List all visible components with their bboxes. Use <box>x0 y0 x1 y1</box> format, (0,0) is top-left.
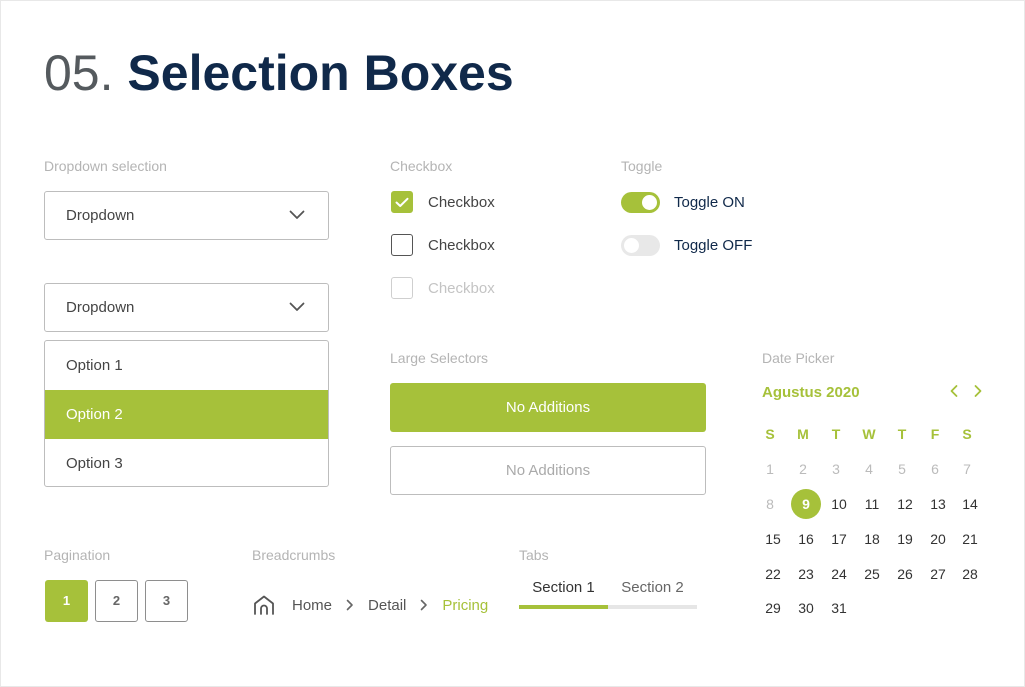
calendar-day[interactable]: 25 <box>857 559 887 589</box>
calendar-day-outside: 5 <box>898 461 906 477</box>
home-icon[interactable] <box>252 594 276 616</box>
checkbox-disabled: Checkbox <box>391 276 495 300</box>
calendar-day[interactable]: 29 <box>758 593 788 623</box>
breadcrumbs-section-label: Breadcrumbs <box>252 547 336 563</box>
calendar-day-outside: 8 <box>766 496 774 512</box>
weekday-label: M <box>797 426 809 442</box>
calendar-day[interactable]: 16 <box>791 524 821 554</box>
calendar-day-outside: 4 <box>865 461 873 477</box>
chevron-down-icon <box>289 302 305 311</box>
breadcrumb: Home Detail Pricing <box>252 593 488 617</box>
calendar-day[interactable]: 13 <box>923 489 953 519</box>
dropdown-value: Dropdown <box>66 299 135 316</box>
checkbox-box <box>391 277 413 299</box>
weekday-label: W <box>862 426 876 442</box>
page-button-3[interactable]: 3 <box>145 580 188 622</box>
calendar-day[interactable]: 22 <box>758 559 788 589</box>
section-title: Selection Boxes <box>127 45 514 101</box>
weekday-label: S <box>962 426 972 442</box>
tab-active-indicator <box>519 605 608 609</box>
chevron-down-icon <box>289 210 305 219</box>
toggle-on[interactable]: Toggle ON <box>621 191 745 213</box>
checkbox-box[interactable] <box>391 234 413 256</box>
toggle-knob <box>642 194 657 210</box>
check-icon <box>395 197 409 207</box>
breadcrumb-detail[interactable]: Detail <box>368 597 406 614</box>
calendar-day[interactable]: 27 <box>923 559 953 589</box>
chevron-right-icon <box>346 599 353 611</box>
section-number: 05. <box>44 45 114 101</box>
large-selector-active[interactable]: No Additions <box>390 383 706 432</box>
breadcrumb-home[interactable]: Home <box>292 597 332 614</box>
toggle-switch[interactable] <box>621 234 660 256</box>
calendar-day[interactable]: 23 <box>791 559 821 589</box>
checkbox-section-label: Checkbox <box>390 158 453 174</box>
toggle-knob <box>624 237 639 253</box>
checkbox-label: Checkbox <box>428 279 495 297</box>
calendar-day[interactable]: 10 <box>824 489 854 519</box>
dropdown-option-selected[interactable]: Option 2 <box>45 390 328 439</box>
dropdown-value: Dropdown <box>66 207 135 224</box>
weekday-label: F <box>930 426 940 442</box>
dropdown-menu: Option 1 Option 2 Option 3 <box>44 340 329 487</box>
checkbox-label: Checkbox <box>428 193 495 211</box>
chevron-right-icon <box>421 599 428 611</box>
calendar-day[interactable]: 12 <box>890 489 920 519</box>
toggle-label: Toggle OFF <box>674 236 753 254</box>
calendar-day[interactable]: 28 <box>955 559 985 589</box>
calendar-day[interactable]: 21 <box>955 524 985 554</box>
pagination-section-label: Pagination <box>44 547 111 563</box>
chevron-left-icon[interactable] <box>947 383 961 399</box>
dropdown-open[interactable]: Dropdown <box>44 283 329 332</box>
large-selector-inactive[interactable]: No Additions <box>390 446 706 495</box>
calendar-day-outside: 1 <box>766 461 774 477</box>
date-picker-month: Agustus 2020 <box>762 384 860 401</box>
weekday-label: S <box>765 426 775 442</box>
tabs-section-label: Tabs <box>519 547 549 563</box>
breadcrumb-current: Pricing <box>442 596 489 614</box>
toggle-off[interactable]: Toggle OFF <box>621 234 752 256</box>
weekday-label: T <box>831 426 841 442</box>
calendar-day-outside: 7 <box>963 461 971 477</box>
calendar-day-selected[interactable]: 9 <box>791 489 821 519</box>
calendar-day-outside: 2 <box>799 461 807 477</box>
date-picker-section-label: Date Picker <box>762 350 835 366</box>
toggle-switch[interactable] <box>621 191 660 213</box>
calendar-day[interactable]: 19 <box>890 524 920 554</box>
toggle-label: Toggle ON <box>674 193 745 211</box>
calendar-day[interactable]: 14 <box>955 489 985 519</box>
chevron-right-icon[interactable] <box>971 383 985 399</box>
calendar-day[interactable]: 15 <box>758 524 788 554</box>
checkbox-checked[interactable]: Checkbox <box>391 190 495 214</box>
dropdown-option[interactable]: Option 3 <box>45 439 328 486</box>
calendar-day[interactable]: 11 <box>857 489 887 519</box>
page-title: 05. Selection Boxes <box>44 45 514 101</box>
calendar-day[interactable]: 18 <box>857 524 887 554</box>
dropdown-closed[interactable]: Dropdown <box>44 191 329 240</box>
calendar-day[interactable]: 17 <box>824 524 854 554</box>
page-button-1[interactable]: 1 <box>45 580 88 622</box>
calendar-day-outside: 6 <box>931 461 939 477</box>
large-selectors-section-label: Large Selectors <box>390 350 489 366</box>
calendar-day[interactable]: 31 <box>824 593 854 623</box>
calendar-day[interactable]: 20 <box>923 524 953 554</box>
calendar-day-outside: 3 <box>832 461 840 477</box>
checkbox-unchecked[interactable]: Checkbox <box>391 233 495 257</box>
calendar-day[interactable]: 24 <box>824 559 854 589</box>
dropdown-section-label: Dropdown selection <box>44 158 167 174</box>
dropdown-option[interactable]: Option 1 <box>45 341 328 390</box>
tab-section-1[interactable]: Section 1 <box>519 579 608 601</box>
calendar-day[interactable]: 30 <box>791 593 821 623</box>
calendar-day[interactable]: 26 <box>890 559 920 589</box>
tab-section-2[interactable]: Section 2 <box>608 579 697 601</box>
toggle-section-label: Toggle <box>621 158 663 174</box>
checkbox-box[interactable] <box>391 191 413 213</box>
weekday-label: T <box>897 426 907 442</box>
page-button-2[interactable]: 2 <box>95 580 138 622</box>
checkbox-label: Checkbox <box>428 236 495 254</box>
